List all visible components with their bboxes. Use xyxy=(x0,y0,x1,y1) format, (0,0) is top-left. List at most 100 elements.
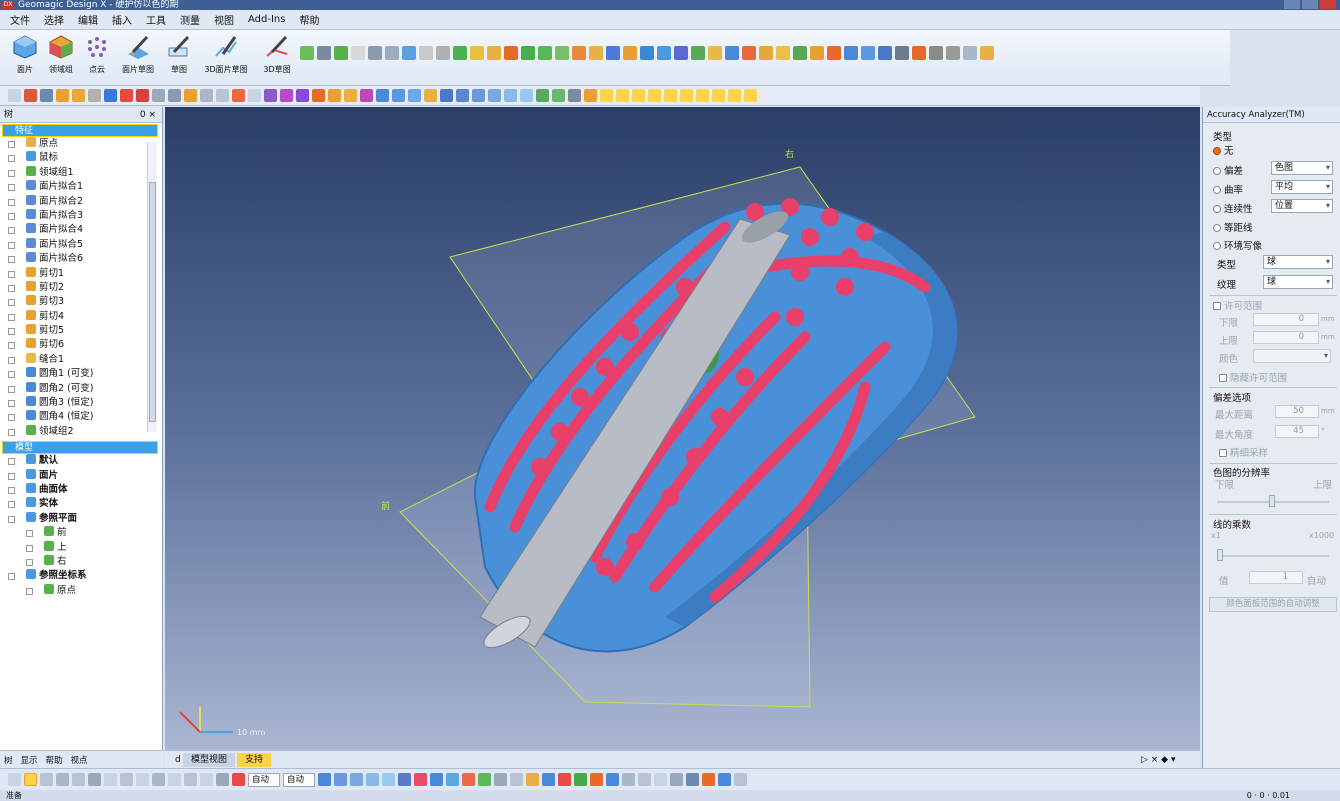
tool-icon[interactable] xyxy=(248,89,261,102)
tool-icon[interactable] xyxy=(648,89,661,102)
menu-file[interactable]: 文件 xyxy=(10,12,30,27)
maximize-icon[interactable] xyxy=(1302,0,1318,9)
auto-adjust-color-range-button[interactable]: 颜色面板范围的自动调整 xyxy=(1209,597,1337,612)
expand-toggle-icon[interactable] xyxy=(8,256,15,264)
tool-icon[interactable] xyxy=(232,773,245,786)
hide-tolerance-checkbox[interactable]: 隐藏许可范围 xyxy=(1219,370,1287,384)
feature-tree-item[interactable]: 剪切1 xyxy=(4,266,162,281)
tool-icon[interactable] xyxy=(638,773,652,786)
expand-toggle-icon[interactable] xyxy=(8,356,15,364)
tool-icon[interactable] xyxy=(382,773,396,786)
minimize-icon[interactable] xyxy=(1284,0,1300,9)
tool-icon[interactable] xyxy=(589,46,603,60)
expand-toggle-icon[interactable] xyxy=(26,558,33,566)
tool-icon[interactable] xyxy=(453,46,467,60)
tool-icon[interactable] xyxy=(424,89,437,102)
expand-toggle-icon[interactable] xyxy=(26,587,33,595)
expand-toggle-icon[interactable] xyxy=(8,141,15,148)
tool-icon[interactable] xyxy=(878,46,892,60)
radio-icon[interactable] xyxy=(1213,147,1221,155)
expand-toggle-icon[interactable] xyxy=(8,515,15,523)
tab-viewpoint[interactable]: 视点 xyxy=(71,754,88,766)
tool-icon[interactable] xyxy=(264,89,277,102)
max-distance-input[interactable]: 50 xyxy=(1275,405,1319,418)
tool-icon[interactable] xyxy=(462,773,476,786)
tool-icon[interactable] xyxy=(104,773,117,786)
tool-icon[interactable] xyxy=(200,773,213,786)
tool-icon[interactable] xyxy=(963,46,977,60)
expand-toggle-icon[interactable] xyxy=(8,212,15,220)
tool-icon[interactable] xyxy=(494,773,508,786)
tool-icon[interactable] xyxy=(120,89,133,102)
feature-tree-item[interactable]: 剪切5 xyxy=(4,324,162,338)
feature-tree-item[interactable]: 鼠标 xyxy=(4,151,162,165)
menu-addins[interactable]: Add-Ins xyxy=(248,14,285,25)
tool-icon[interactable] xyxy=(385,46,399,60)
expand-toggle-icon[interactable] xyxy=(8,472,15,480)
tool-icon[interactable] xyxy=(742,46,756,60)
option-deviation[interactable]: 偏差 xyxy=(1213,163,1243,177)
tool-icon[interactable] xyxy=(430,773,444,786)
tool-icon[interactable] xyxy=(725,46,739,60)
checkbox-icon[interactable] xyxy=(1219,449,1227,457)
tool-icon[interactable] xyxy=(555,46,569,60)
ribbon-mesh-sketch-button[interactable]: 面片草图 xyxy=(118,34,158,82)
tool-icon[interactable] xyxy=(895,46,909,60)
expand-toggle-icon[interactable] xyxy=(8,198,15,206)
tool-icon[interactable] xyxy=(623,46,637,60)
tool-icon[interactable] xyxy=(232,89,245,102)
max-angle-input[interactable]: 45 xyxy=(1275,425,1319,438)
menu-insert[interactable]: 插入 xyxy=(112,12,132,27)
upper-input[interactable]: 0 xyxy=(1253,331,1319,344)
option-isoline[interactable]: 等距线 xyxy=(1213,220,1253,234)
tool-icon[interactable] xyxy=(776,46,790,60)
tool-icon[interactable] xyxy=(40,89,53,102)
model-tree-item[interactable]: 参照坐标系 xyxy=(4,569,162,583)
multiplier-slider-track[interactable] xyxy=(1217,555,1329,557)
tool-icon[interactable] xyxy=(168,89,181,102)
fine-sampling-checkbox[interactable]: 精细采样 xyxy=(1219,445,1268,459)
expand-toggle-icon[interactable] xyxy=(8,284,15,292)
tool-icon[interactable] xyxy=(558,773,572,786)
tool-icon[interactable] xyxy=(296,89,309,102)
tool-icon[interactable] xyxy=(504,89,517,102)
ribbon-mesh-button[interactable]: 面片 xyxy=(8,34,42,82)
tool-icon[interactable] xyxy=(368,46,382,60)
tool-icon[interactable] xyxy=(152,89,165,102)
feature-tree-item[interactable]: 原点 xyxy=(4,137,162,151)
option-continuity[interactable]: 连续性 xyxy=(1213,201,1253,215)
radio-icon[interactable] xyxy=(1213,242,1221,250)
model-viewport[interactable]: 右 前 10 mm xyxy=(165,107,1200,750)
feature-tree-item[interactable]: 领域组1 xyxy=(4,165,162,180)
ribbon-point-cloud-button[interactable]: 点云 xyxy=(80,34,114,82)
tool-icon[interactable] xyxy=(680,89,693,102)
feature-tree-item[interactable]: 面片拟合1 xyxy=(4,180,162,194)
tool-icon[interactable] xyxy=(696,89,709,102)
checkbox-icon[interactable] xyxy=(1219,374,1227,382)
tool-icon[interactable] xyxy=(168,773,181,786)
tool-icon[interactable] xyxy=(526,773,540,786)
tool-icon[interactable] xyxy=(419,46,433,60)
tool-icon[interactable] xyxy=(861,46,875,60)
close-icon[interactable] xyxy=(1320,0,1336,9)
curvature-dropdown[interactable]: 平均 xyxy=(1271,180,1333,194)
ribbon-3d-sketch-button[interactable]: 3D草图 xyxy=(260,34,294,82)
menu-view[interactable]: 视图 xyxy=(214,12,234,27)
expand-toggle-icon[interactable] xyxy=(8,227,15,235)
model-tree-item[interactable]: 曲面体 xyxy=(4,482,162,497)
deviation-dropdown[interactable]: 色图 xyxy=(1271,161,1333,175)
tool-icon[interactable] xyxy=(184,89,197,102)
tool-icon[interactable] xyxy=(929,46,943,60)
tool-icon[interactable] xyxy=(184,773,197,786)
tool-icon[interactable] xyxy=(334,46,348,60)
tool-icon[interactable] xyxy=(300,46,314,60)
tool-icon[interactable] xyxy=(632,89,645,102)
tool-icon[interactable] xyxy=(24,89,37,102)
tool-icon[interactable] xyxy=(408,89,421,102)
tool-icon[interactable] xyxy=(718,773,732,786)
model-tree-item[interactable]: 前 xyxy=(4,526,162,540)
tab-model-view[interactable]: 模型视图 xyxy=(183,753,236,767)
tool-icon[interactable] xyxy=(728,89,741,102)
expand-toggle-icon[interactable] xyxy=(8,458,15,466)
feature-tree-item[interactable]: 剪切6 xyxy=(4,338,162,352)
